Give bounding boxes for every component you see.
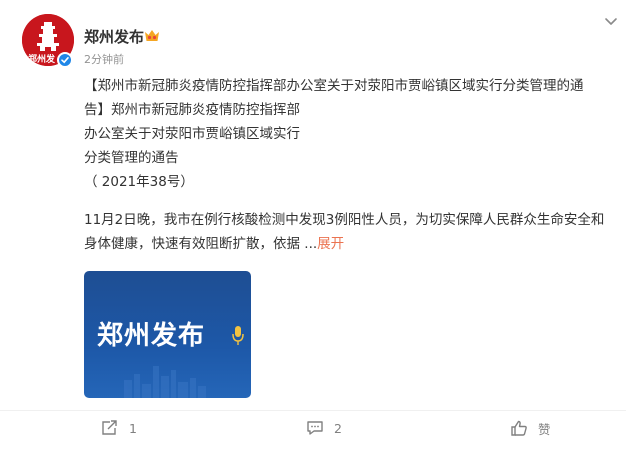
post-text-line: （ 2021年38号） (84, 174, 194, 190)
chevron-down-icon[interactable] (603, 15, 619, 29)
post-text-truncated: 身体健康，快速有效阻断扩散，依据 ... (84, 236, 318, 252)
post-text-line: 11月2日晚，我市在例行核酸检测中发现3例阳性人员，为切实保障人民群众生命安全和 (84, 212, 605, 228)
weibo-post-card: 郑州发 郑州发布 2分钟前 【郑州市新冠肺炎疫情防控指挥部办公室关于对荥阳市贾峪… (0, 0, 626, 452)
post-image[interactable]: 郑州发布 (84, 271, 251, 398)
post-text: 【郑州市新冠肺炎疫情防控指挥部办公室关于对荥阳市贾峪镇区域实行分类管理的通 告】… (84, 74, 624, 256)
post-text-line: 告】郑州市新冠肺炎疫情防控指挥部 (84, 102, 300, 118)
vip-badge-icon (145, 30, 159, 41)
user-name[interactable]: 郑州发布 (84, 26, 144, 47)
expand-link[interactable]: 展开 (317, 236, 344, 252)
post-text-line: 办公室关于对荥阳市贾峪镇区域实行 (84, 126, 300, 142)
like-button[interactable]: 赞 (510, 418, 551, 438)
comment-count: 2 (334, 420, 342, 436)
post-text-line: 身体健康，快速有效阻断扩散，依据 ...展开 (84, 232, 624, 256)
post-text-line: 【郑州市新冠肺炎疫情防控指挥部办公室关于对荥阳市贾峪镇区域实行分类管理的通 (84, 78, 584, 94)
repost-count: 1 (129, 420, 137, 436)
comment-button[interactable]: 2 (306, 418, 342, 438)
mic-icon (232, 326, 244, 345)
repost-icon (102, 420, 117, 435)
repost-button[interactable]: 1 (101, 418, 137, 438)
post-text-line: 分类管理的通告 (84, 150, 179, 166)
image-logo-text: 郑州发布 (97, 321, 206, 351)
like-icon (511, 420, 527, 436)
skyline-graphic (124, 366, 206, 398)
like-label: 赞 (538, 421, 551, 437)
post-time[interactable]: 2分钟前 (84, 51, 124, 67)
comment-icon (307, 421, 323, 435)
verified-icon (57, 52, 73, 68)
footer-divider (0, 410, 626, 411)
avatar-text: 郑州发 (28, 55, 56, 65)
